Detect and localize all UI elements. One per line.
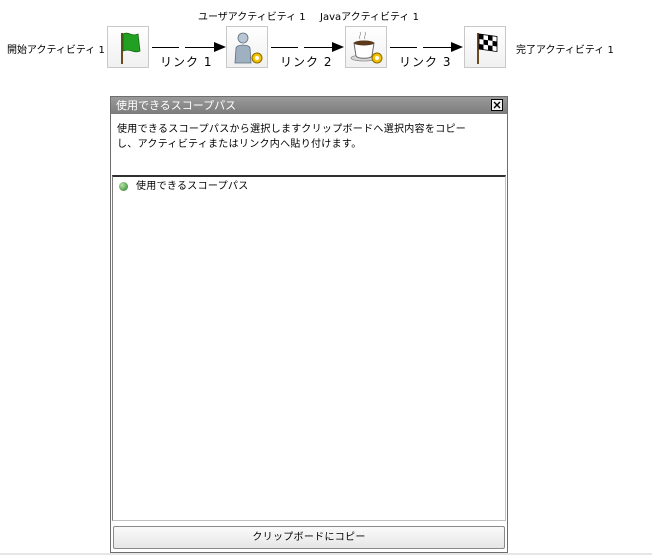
user-activity-icon (234, 32, 263, 64)
instruction-line-1: 使用できるスコープパスから選択しますクリップボードへ選択内容をコピー (117, 124, 467, 135)
link-arrow-3 (451, 42, 463, 52)
activity-label-user: ユーザアクティビティ 1 (198, 12, 306, 23)
activity-label-finish: 完了アクティビティ 1 (516, 45, 614, 56)
green-dot-icon (119, 182, 128, 191)
user-activity-node[interactable] (226, 26, 268, 68)
workflow-canvas: 開始アクティビティ 1 リンク 1 ユーザアクティビティ 1 リンク 2 Jav… (0, 0, 652, 555)
link-arrow-2 (332, 42, 344, 52)
activity-label-java: Javaアクティビティ 1 (320, 12, 419, 23)
scope-path-dialog: 使用できるスコープパス 使用できるスコープパスから選択しますクリップボードへ選択… (110, 96, 508, 553)
copy-to-clipboard-button[interactable]: クリップボードにコピー (113, 526, 505, 549)
instruction-line-2: し、アクティビティまたはリンク内へ貼り付けます。 (117, 139, 362, 150)
dialog-title: 使用できるスコープパス (116, 99, 237, 112)
start-flag-icon (121, 32, 141, 64)
dialog-instruction: 使用できるスコープパスから選択しますクリップボードへ選択内容をコピー し、アクテ… (117, 122, 501, 152)
close-icon (493, 101, 501, 109)
activity-label-start: 開始アクティビティ 1 (7, 45, 105, 56)
start-activity-node[interactable] (107, 26, 149, 68)
finish-flag-icon (477, 33, 498, 64)
link-label-2[interactable]: リンク 2 (280, 53, 332, 70)
close-button[interactable] (491, 99, 503, 111)
finish-activity-node[interactable] (464, 26, 506, 68)
scope-path-tree[interactable]: 使用できるスコープパス (112, 175, 506, 521)
link-label-3[interactable]: リンク 3 (399, 53, 451, 70)
dialog-titlebar[interactable]: 使用できるスコープパス (111, 97, 507, 114)
java-activity-node[interactable] (345, 26, 387, 68)
java-activity-icon (350, 31, 383, 64)
link-label-1[interactable]: リンク 1 (160, 53, 212, 70)
tree-item-label: 使用できるスコープパス (136, 181, 249, 192)
link-arrow-1 (214, 42, 226, 52)
